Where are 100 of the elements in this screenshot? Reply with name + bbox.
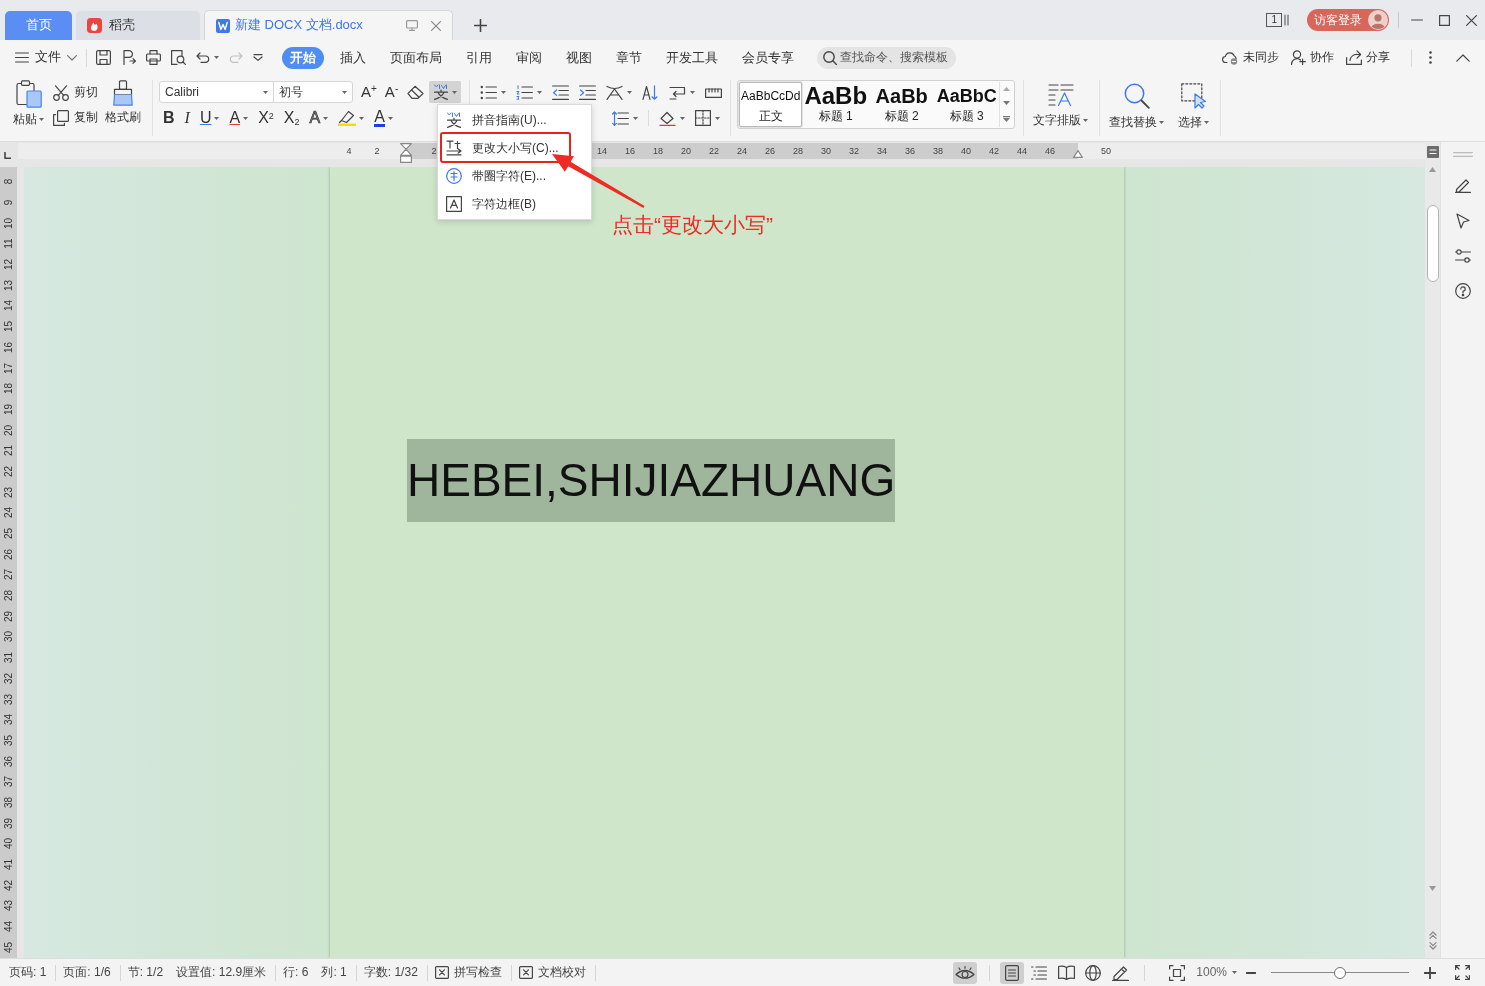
zoom-in-icon[interactable]: [1424, 966, 1436, 979]
line-break-icon[interactable]: [669, 84, 687, 100]
bulleted-list-icon[interactable]: [480, 84, 498, 100]
login-button[interactable]: 访客登录: [1307, 9, 1389, 31]
paste-button[interactable]: 粘贴: [10, 80, 47, 127]
strikethrough-button[interactable]: A: [225, 108, 253, 128]
caret-icon[interactable]: [715, 116, 721, 120]
style-item[interactable]: AaBb 标题 1: [802, 82, 870, 127]
font-color-button[interactable]: A: [370, 108, 397, 128]
more-styles-icon[interactable]: [1003, 115, 1011, 122]
ribbon-tab[interactable]: 审阅: [508, 46, 550, 69]
undo-icon[interactable]: [196, 52, 210, 63]
ribbon-tab[interactable]: 视图: [558, 46, 600, 69]
ribbon-tab[interactable]: 会员专享: [734, 46, 802, 69]
sliders-icon[interactable]: [1455, 249, 1471, 263]
cursor-icon[interactable]: [1456, 213, 1470, 229]
zoom-out-icon[interactable]: [1246, 971, 1256, 974]
help-icon[interactable]: [1455, 283, 1471, 299]
sort-icon[interactable]: [642, 84, 660, 100]
caret-icon[interactable]: [1232, 971, 1237, 974]
indent-marker-icon[interactable]: [400, 143, 412, 163]
tab-stop-icon[interactable]: [4, 152, 11, 159]
file-menu-button[interactable]: 文件: [15, 49, 77, 66]
paint-bucket-icon[interactable]: [659, 110, 677, 126]
caret-icon[interactable]: [452, 90, 458, 94]
ribbon-tab[interactable]: 页面布局: [382, 46, 450, 69]
page-view-button[interactable]: [1000, 961, 1025, 984]
monitor-icon[interactable]: [406, 20, 418, 31]
pen-icon[interactable]: [1455, 177, 1471, 193]
ribbon-tab[interactable]: 开发工具: [658, 46, 726, 69]
caret-icon[interactable]: [680, 116, 686, 120]
caret-icon[interactable]: [323, 116, 329, 120]
caret-icon[interactable]: [633, 116, 639, 120]
eye-protection-button[interactable]: [953, 961, 978, 984]
text-layout-button[interactable]: 文字排版: [1030, 80, 1092, 128]
previous-page-icon[interactable]: [1428, 931, 1437, 939]
ribbon-tab[interactable]: 章节: [608, 46, 650, 69]
caret-icon[interactable]: [627, 90, 633, 94]
ruler-toggle-icon[interactable]: [1426, 146, 1439, 158]
caret-icon[interactable]: [501, 90, 507, 94]
print-preview-icon[interactable]: [171, 50, 186, 65]
caret-icon[interactable]: [1083, 119, 1089, 122]
style-item[interactable]: AaBbCcDd 正文: [739, 82, 803, 127]
numbered-list-icon[interactable]: [516, 84, 534, 100]
eraser-icon[interactable]: [407, 85, 425, 99]
save-icon[interactable]: [96, 50, 111, 65]
format-painter-button[interactable]: 格式刷: [102, 80, 144, 125]
font-size-field[interactable]: 初号: [273, 81, 353, 103]
layout-icon[interactable]: [606, 84, 624, 100]
proofread-button[interactable]: 文档校对: [518, 965, 586, 980]
shrink-font-button[interactable]: A$^{-}$: [384, 83, 399, 101]
drag-handle-icon[interactable]: [1453, 152, 1473, 157]
collaborate-button[interactable]: 协作: [1291, 50, 1334, 65]
ribbon-tab[interactable]: 插入: [332, 46, 374, 69]
font-family-field[interactable]: Calibri: [159, 81, 274, 103]
superscript-button[interactable]: X$^{2}$: [254, 108, 278, 128]
menu-item[interactable]: 字符边框(B): [446, 192, 536, 216]
scrollbar-thumb[interactable]: [1426, 205, 1439, 282]
style-item[interactable]: AaBbC 标题 3: [934, 82, 1000, 127]
plus-icon[interactable]: [474, 19, 487, 32]
caret-icon[interactable]: [1159, 121, 1165, 124]
line-spacing-icon[interactable]: [612, 110, 630, 126]
caret-icon[interactable]: [243, 116, 249, 120]
right-indent-marker-icon[interactable]: [1073, 150, 1083, 158]
italic-button[interactable]: I: [180, 108, 194, 128]
scroll-down-icon[interactable]: [1003, 101, 1011, 106]
caret-icon[interactable]: [214, 56, 219, 59]
caret-icon[interactable]: [387, 116, 393, 120]
sync-status-button[interactable]: 未同步: [1222, 50, 1279, 65]
menu-item[interactable]: 更改大小写(C)...: [446, 136, 559, 160]
grow-font-button[interactable]: A$^{+}$: [361, 83, 377, 101]
pinyin-guide-button[interactable]: [429, 81, 462, 103]
close-icon[interactable]: [1466, 14, 1477, 26]
text-effects-button[interactable]: A: [305, 108, 333, 128]
customize-icon[interactable]: [253, 54, 263, 61]
caret-icon[interactable]: [690, 90, 696, 94]
cut-button[interactable]: 剪切: [53, 80, 98, 105]
menu-item[interactable]: 拼音指南(U)...: [446, 108, 547, 132]
decrease-indent-icon[interactable]: [552, 84, 570, 100]
increase-indent-icon[interactable]: [579, 84, 597, 100]
ruler-icon[interactable]: [705, 86, 723, 98]
bold-button[interactable]: B: [159, 108, 179, 128]
caret-icon[interactable]: [359, 116, 365, 120]
caret-icon[interactable]: [39, 118, 44, 121]
caret-icon[interactable]: [342, 90, 347, 94]
document-tab[interactable]: 新建 DOCX 文档.docx: [204, 10, 453, 40]
zoom-level-button[interactable]: 100%: [1196, 965, 1237, 980]
subscript-button[interactable]: X$_{2}$: [279, 108, 304, 128]
search-field[interactable]: 查找命令、搜索模板: [817, 46, 956, 69]
close-icon[interactable]: [431, 20, 441, 31]
docer-tab[interactable]: 稻壳: [76, 11, 200, 40]
ribbon-tab[interactable]: 引用: [458, 46, 500, 69]
share-button[interactable]: 分享: [1346, 50, 1390, 65]
copy-button[interactable]: 复制: [53, 105, 98, 130]
focus-icon[interactable]: [1169, 964, 1186, 981]
collapse-icon[interactable]: [1456, 53, 1470, 62]
style-item[interactable]: AaBb 标题 2: [869, 82, 935, 127]
caret-icon[interactable]: [537, 90, 543, 94]
fullscreen-icon[interactable]: [1455, 965, 1470, 980]
more-icon[interactable]: [1429, 51, 1432, 64]
